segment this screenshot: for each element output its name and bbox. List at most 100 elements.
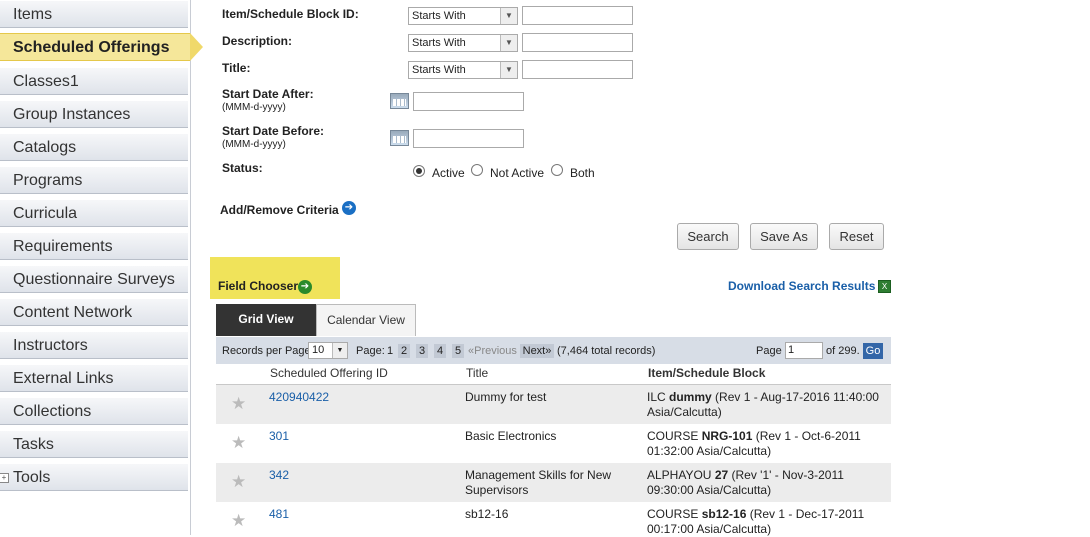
title-line2: Supervisors xyxy=(465,483,529,497)
sidebar-item-label: Tasks xyxy=(13,436,54,453)
page-link[interactable]: 5 xyxy=(452,344,464,358)
status-both-radio[interactable] xyxy=(551,164,563,176)
sidebar-item-label: Curricula xyxy=(13,205,78,222)
sidebar-item-scheduled-offerings[interactable]: Scheduled Offerings xyxy=(0,33,203,61)
tab-grid-view[interactable]: Grid View xyxy=(216,304,316,336)
offering-id-link[interactable]: 481 xyxy=(269,507,289,522)
go-button[interactable]: Go xyxy=(863,343,883,359)
sidebar-item-label: External Links xyxy=(13,370,114,387)
block-timezone: 09:30:00 Asia/Calcutta) xyxy=(647,483,772,497)
start-after-label: Start Date After: xyxy=(222,87,314,101)
add-remove-criteria-link[interactable]: Add/Remove Criteria xyxy=(220,203,339,217)
sidebar-item-instructors[interactable]: Instructors xyxy=(0,331,188,359)
column-header-title[interactable]: Title xyxy=(466,366,488,380)
calendar-icon[interactable] xyxy=(390,93,409,109)
block-id: sb12-16 xyxy=(701,507,747,521)
star-icon[interactable]: ★ xyxy=(231,472,246,492)
start-after-input[interactable] xyxy=(413,92,524,111)
block-timezone: 01:32:00 Asia/Calcutta) xyxy=(647,444,772,458)
item-block-id-label: Item/Schedule Block ID: xyxy=(222,7,359,21)
page-link[interactable]: 4 xyxy=(434,344,446,358)
next-link[interactable]: Next» xyxy=(520,344,554,358)
block-rev: (Rev 1 - Aug-17-2016 11:40:00 xyxy=(711,390,879,404)
title-operator-select[interactable]: Starts With ▼ xyxy=(408,61,518,79)
sidebar-item-label: Instructors xyxy=(13,337,88,354)
sidebar-item-catalogs[interactable]: Catalogs xyxy=(0,133,188,161)
start-before-input[interactable] xyxy=(413,129,524,148)
sidebar-item-classes1[interactable]: Classes1 xyxy=(0,67,188,95)
offering-block: ALPHAYOU 27 (Rev '1' - Nov-3-2011 09:30:0… xyxy=(647,468,887,498)
page-number-input[interactable]: 1 xyxy=(785,342,823,359)
sidebar-item-label: Items xyxy=(13,6,53,23)
page-label: Page: xyxy=(356,345,385,357)
reset-button[interactable]: Reset xyxy=(829,223,884,250)
field-chooser-link[interactable]: Field Chooser xyxy=(218,279,298,293)
title-line1: Management Skills for New xyxy=(465,468,612,482)
sidebar-item-label: Catalogs xyxy=(13,139,77,156)
sidebar-item-requirements[interactable]: Requirements xyxy=(0,232,188,260)
status-both-label: Both xyxy=(570,166,595,180)
search-button[interactable]: Search xyxy=(677,223,739,250)
description-input[interactable] xyxy=(522,33,633,52)
block-rev: (Rev '1' - Nov-3-2011 xyxy=(728,468,844,482)
sidebar-item-label: Scheduled Offerings xyxy=(13,39,170,56)
save-as-button[interactable]: Save As xyxy=(750,223,818,250)
title-label: Title: xyxy=(222,61,251,75)
offering-title: Dummy for test xyxy=(465,390,547,404)
calendar-icon[interactable] xyxy=(390,130,409,146)
page-link[interactable]: 2 xyxy=(398,344,410,358)
expand-icon[interactable]: + xyxy=(0,473,9,483)
sidebar-item-items[interactable]: Items xyxy=(0,0,188,28)
sidebar-item-tools[interactable]: + Tools xyxy=(0,463,188,491)
sidebar-item-label: Questionnaire Surveys xyxy=(13,271,175,288)
star-icon[interactable]: ★ xyxy=(231,511,246,531)
sidebar-item-questionnaire-surveys[interactable]: Questionnaire Surveys xyxy=(0,265,188,293)
star-icon[interactable]: ★ xyxy=(231,433,246,453)
select-value: Starts With xyxy=(412,37,466,49)
sidebar: Items Scheduled Offerings Classes1 Group… xyxy=(0,0,203,535)
offering-id-link[interactable]: 301 xyxy=(269,429,289,444)
status-not-active-label: Not Active xyxy=(490,166,545,180)
sidebar-item-label: Programs xyxy=(13,172,83,189)
offering-id-link[interactable]: 342 xyxy=(269,468,289,483)
download-search-results-link[interactable]: Download Search Results xyxy=(728,279,875,293)
arrow-right-icon[interactable]: ➔ xyxy=(298,280,312,294)
sidebar-item-content-network[interactable]: Content Network xyxy=(0,298,188,326)
description-operator-select[interactable]: Starts With ▼ xyxy=(408,34,518,52)
column-header-block[interactable]: Item/Schedule Block xyxy=(648,366,765,380)
item-block-id-input[interactable] xyxy=(522,6,633,25)
sidebar-item-collections[interactable]: Collections xyxy=(0,397,188,425)
sidebar-item-programs[interactable]: Programs xyxy=(0,166,188,194)
previous-link: «Previous xyxy=(468,345,517,357)
select-value: 10 xyxy=(312,344,325,356)
status-not-active-radio[interactable] xyxy=(471,164,483,176)
offering-id-link[interactable]: 420940422 xyxy=(269,390,329,405)
sidebar-item-curricula[interactable]: Curricula xyxy=(0,199,188,227)
chevron-down-icon: ▼ xyxy=(500,8,517,24)
star-icon[interactable]: ★ xyxy=(231,394,246,414)
title-input[interactable] xyxy=(522,60,633,79)
page-link[interactable]: 3 xyxy=(416,344,428,358)
sidebar-item-group-instances[interactable]: Group Instances xyxy=(0,100,188,128)
item-block-id-operator-select[interactable]: Starts With ▼ xyxy=(408,7,518,25)
table-row: ★ 481 sb12-16 COURSE sb12-16 (Rev 1 - De… xyxy=(216,502,891,536)
records-per-page-label: Records per Page xyxy=(222,345,311,357)
block-type: COURSE xyxy=(647,429,702,443)
sidebar-item-label: Group Instances xyxy=(13,106,131,123)
table-row: ★ 342 Management Skills for New Superviso… xyxy=(216,463,891,502)
offering-block: COURSE NRG-101 (Rev 1 - Oct-6-2011 01:32:… xyxy=(647,429,887,459)
total-records: (7,464 total records) xyxy=(557,345,656,357)
block-timezone: 00:17:00 Asia/Calcutta) xyxy=(647,522,772,536)
block-id: NRG-101 xyxy=(701,429,753,443)
sidebar-item-external-links[interactable]: External Links xyxy=(0,364,188,392)
arrow-right-icon[interactable]: ➔ xyxy=(342,201,356,215)
page-count: of 299. xyxy=(826,345,860,357)
pagination-bar: Records per Page 10 ▼ Page: 1 2 3 4 5 «Pr… xyxy=(216,337,891,364)
tab-calendar-view[interactable]: Calendar View xyxy=(316,304,416,336)
sidebar-item-tasks[interactable]: Tasks xyxy=(0,430,188,458)
block-type: COURSE xyxy=(647,507,702,521)
status-active-radio[interactable] xyxy=(413,165,425,177)
excel-icon[interactable]: X xyxy=(878,280,891,293)
records-per-page-select[interactable]: 10 ▼ xyxy=(308,342,348,359)
column-header-id[interactable]: Scheduled Offering ID xyxy=(270,366,388,380)
